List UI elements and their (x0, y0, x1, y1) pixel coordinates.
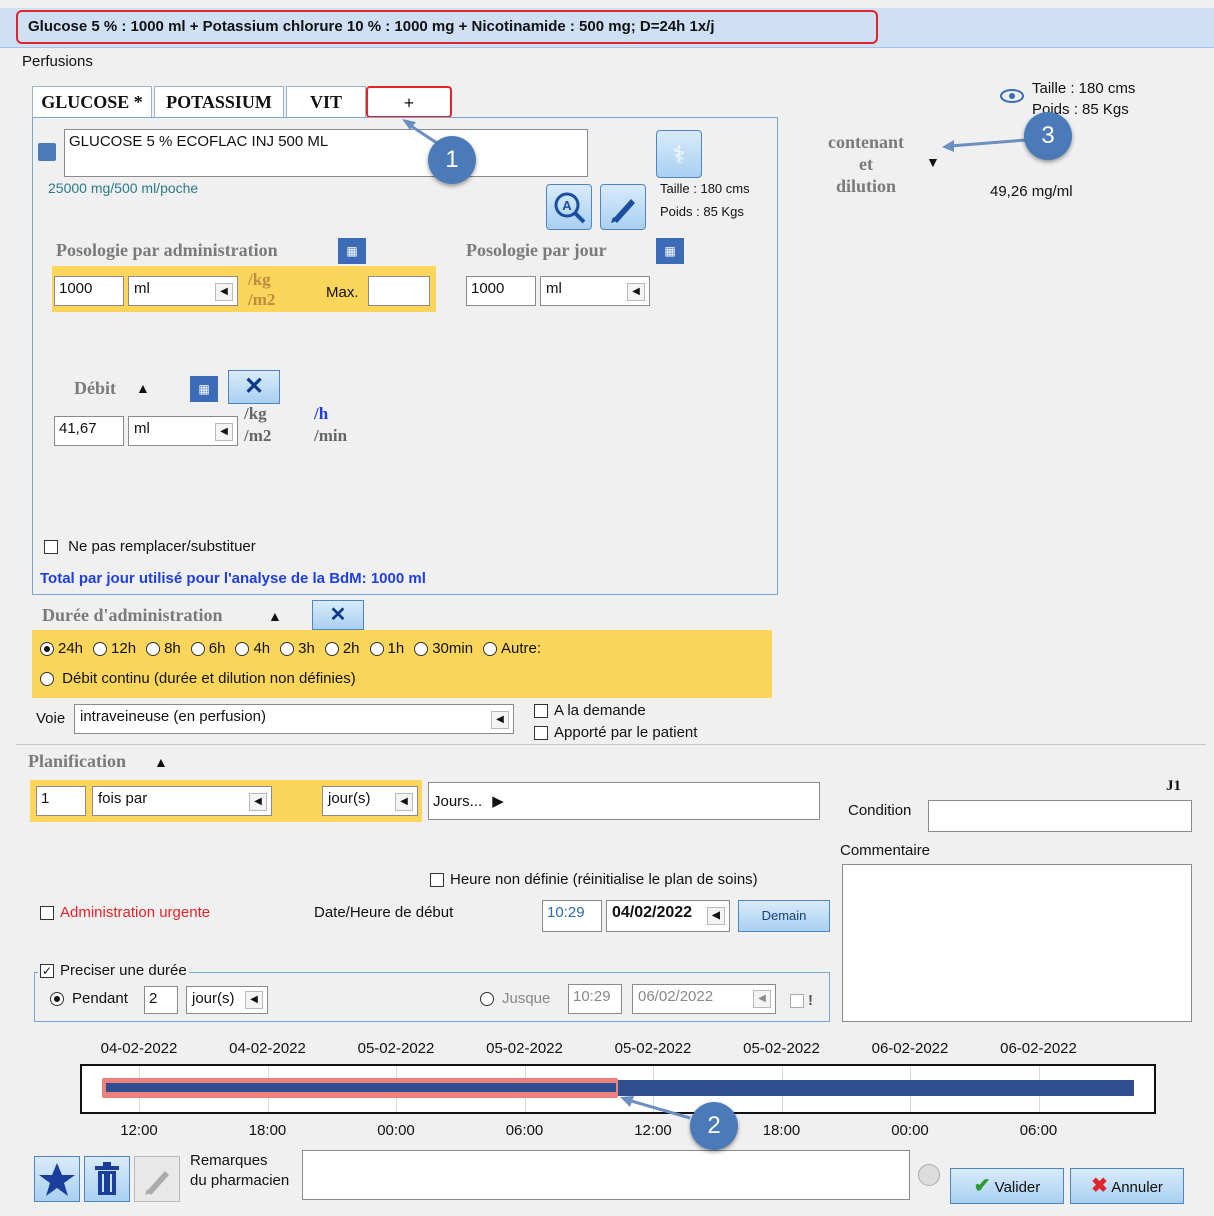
callout-3: 3 (1024, 112, 1072, 160)
callout-2: 2 (690, 1102, 738, 1150)
callout-arrows (402, 119, 1027, 1120)
callout-1: 1 (428, 136, 476, 184)
